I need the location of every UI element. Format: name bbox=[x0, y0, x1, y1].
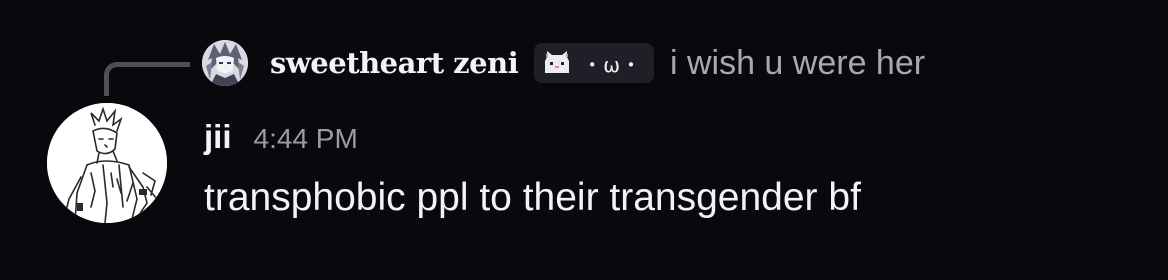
author-username[interactable]: jii bbox=[204, 118, 232, 156]
tag-label: ・ω・ bbox=[582, 52, 642, 77]
message-timestamp[interactable]: 4:44 PM bbox=[254, 123, 358, 155]
message-header: jii 4:44 PM bbox=[204, 118, 358, 164]
chat-message: sweetheart zeni ・ω・ i wish u were her ji… bbox=[0, 0, 1168, 280]
reply-connector-line bbox=[104, 62, 190, 96]
author-avatar[interactable] bbox=[47, 103, 167, 223]
reply-author-tag: ・ω・ bbox=[534, 43, 654, 83]
reply-author-name[interactable]: sweetheart zeni bbox=[270, 46, 519, 80]
cat-face-icon bbox=[545, 51, 570, 73]
message-content: transphobic ppl to their transgender bf bbox=[204, 176, 861, 219]
reply-author-avatar[interactable] bbox=[202, 40, 248, 86]
reply-content[interactable]: i wish u were her bbox=[670, 44, 925, 83]
reply-preview[interactable]: sweetheart zeni ・ω・ i wish u were her bbox=[202, 40, 925, 86]
